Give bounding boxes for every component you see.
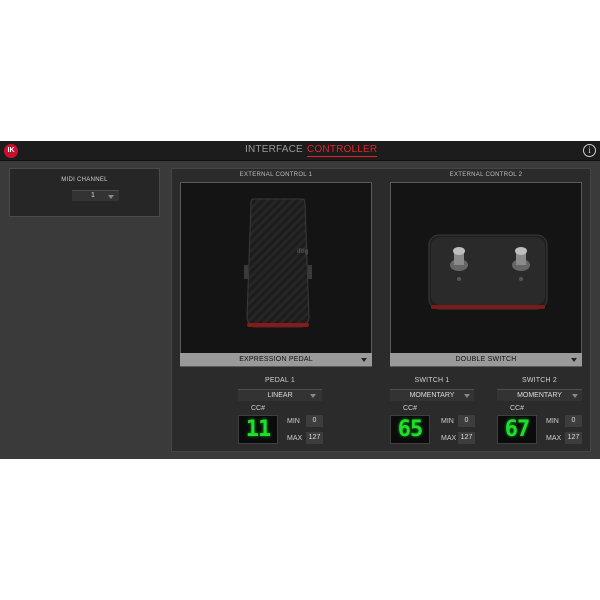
tab-controller[interactable]: CONTROLLER: [307, 144, 378, 157]
switch-1-min-field[interactable]: 0: [458, 415, 475, 427]
external-control-1-type-select[interactable]: EXPRESSION PEDAL: [180, 353, 372, 366]
midi-channel-label: MIDI CHANNEL: [61, 177, 108, 183]
controller-window: IK INTERFACE CONTROLLER i MIDI CHANNEL 1…: [0, 141, 600, 459]
external-controls-panel: EXTERNAL CONTROL 1 iRig EXPRESSION PEDAL: [171, 168, 591, 452]
pedal-1-cc-display[interactable]: 11: [238, 415, 278, 444]
external-control-2-title: EXTERNAL CONTROL 2: [449, 172, 523, 178]
switch-2-cc-display[interactable]: 67: [497, 415, 537, 444]
external-control-1-title: EXTERNAL CONTROL 1: [239, 172, 313, 178]
expression-pedal-icon: iRig: [244, 198, 312, 328]
tab-interface[interactable]: INTERFACE: [245, 144, 303, 155]
pedal-1-min-field[interactable]: 0: [306, 415, 323, 427]
switch-2-mode: MOMENTARY: [517, 392, 562, 399]
chevron-down-icon: [571, 358, 577, 362]
midi-channel-value: 1: [91, 192, 95, 199]
top-bar: IK INTERFACE CONTROLLER i: [0, 141, 600, 161]
switch-2-label: SWITCH 2: [521, 377, 558, 384]
switch-2-min-field[interactable]: 0: [565, 415, 582, 427]
info-icon[interactable]: i: [583, 144, 596, 157]
switch-2-max-label: MAX: [546, 435, 562, 442]
external-control-1-type: EXPRESSION PEDAL: [239, 356, 313, 363]
ik-logo-icon: IK: [4, 144, 18, 158]
switch-1-min-label: MIN: [441, 418, 454, 425]
pedal-1-mode-select[interactable]: LINEAR: [238, 389, 322, 401]
switch-2-mode-select[interactable]: MOMENTARY: [497, 389, 582, 401]
chevron-down-icon: [572, 394, 578, 398]
switch-1-label: SWITCH 1: [414, 377, 450, 384]
midi-channel-select[interactable]: 1: [72, 190, 119, 201]
pedal-1-min-label: MIN: [287, 418, 300, 425]
chevron-down-icon: [361, 358, 367, 362]
chevron-down-icon: [310, 394, 316, 398]
double-switch-icon: [428, 234, 548, 310]
external-control-1-image: iRig: [180, 182, 372, 367]
switch-1-max-field[interactable]: 127: [458, 432, 475, 444]
pedal-1-max-field[interactable]: 127: [306, 432, 323, 444]
external-control-2-type-select[interactable]: DOUBLE SWITCH: [390, 353, 582, 366]
pedal-1-max-label: MAX: [287, 435, 303, 442]
switch-2-cc-label: CC#: [509, 405, 524, 412]
pedal-1-cc-label: CC#: [250, 405, 265, 412]
switch-1-max-label: MAX: [441, 435, 457, 442]
switch-1-cc-label: CC#: [402, 405, 417, 412]
midi-channel-panel: MIDI CHANNEL 1: [9, 168, 160, 217]
switch-1-mode: MOMENTARY: [409, 392, 455, 399]
external-control-2-type: DOUBLE SWITCH: [455, 356, 517, 363]
chevron-down-icon: [464, 394, 470, 398]
switch-1-mode-select[interactable]: MOMENTARY: [390, 389, 474, 401]
pedal-1-mode: LINEAR: [267, 392, 293, 399]
chevron-down-icon: [108, 195, 114, 199]
pedal-brand: iRig: [297, 249, 309, 255]
switch-2-min-label: MIN: [546, 418, 559, 425]
switch-2-max-field[interactable]: 127: [565, 432, 582, 444]
pedal-1-label: PEDAL 1: [265, 377, 295, 384]
external-control-2-image: [390, 182, 582, 367]
switch-1-cc-display[interactable]: 65: [390, 415, 430, 444]
